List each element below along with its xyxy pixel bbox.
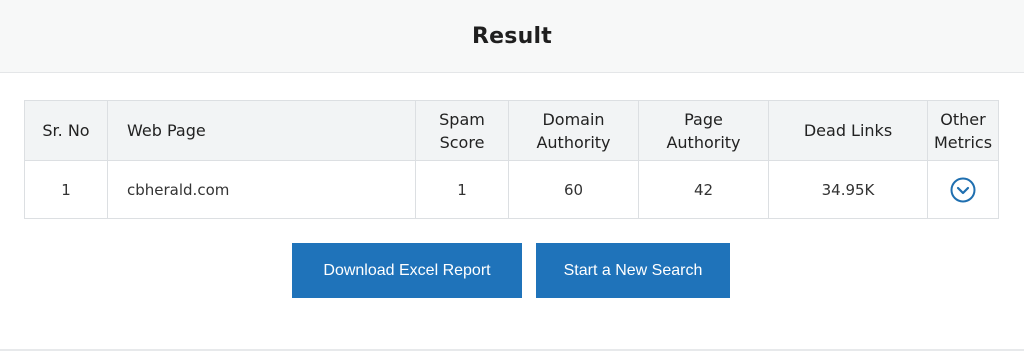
column-header-label: Authority xyxy=(666,132,741,152)
cell-other-metrics xyxy=(927,160,999,219)
column-header-label: Spam xyxy=(439,109,485,129)
column-header-label: Other xyxy=(940,109,986,129)
cell-domain-authority: 60 xyxy=(508,160,639,219)
column-header-spam-score: Spam Score xyxy=(415,100,509,161)
chevron-down-circle-icon[interactable] xyxy=(950,177,976,203)
column-header-dead-links: Dead Links xyxy=(768,100,928,161)
table-row: 1 cbherald.com 1 60 42 34.95K xyxy=(24,160,999,219)
page-title: Result xyxy=(472,23,552,49)
column-header-label: Authority xyxy=(536,132,611,152)
column-header-label: Domain xyxy=(542,109,605,129)
cell-web-page: cbherald.com xyxy=(107,160,416,219)
result-header: Result xyxy=(0,0,1024,73)
start-new-search-button[interactable]: Start a New Search xyxy=(536,243,730,298)
results-table-container: Sr. No Web Page Spam Score Domain Author… xyxy=(24,100,999,219)
column-header-label: Metrics xyxy=(933,132,993,152)
cell-sr-no: 1 xyxy=(24,160,108,219)
column-header-other-metrics: Other Metrics xyxy=(927,100,999,161)
cell-dead-links: 34.95K xyxy=(768,160,928,219)
results-table: Sr. No Web Page Spam Score Domain Author… xyxy=(24,100,999,219)
column-header-label: Page xyxy=(684,109,723,129)
column-header-label: Score xyxy=(439,132,485,152)
column-header-sr-no: Sr. No xyxy=(24,100,108,161)
cell-page-authority: 42 xyxy=(638,160,769,219)
column-header-page-authority: Page Authority xyxy=(638,100,769,161)
table-header-row: Sr. No Web Page Spam Score Domain Author… xyxy=(24,100,999,161)
action-buttons: Download Excel Report Start a New Search xyxy=(0,243,1024,298)
cell-spam-score: 1 xyxy=(415,160,509,219)
column-header-domain-authority: Domain Authority xyxy=(508,100,639,161)
download-excel-report-button[interactable]: Download Excel Report xyxy=(292,243,522,298)
column-header-web-page: Web Page xyxy=(107,100,416,161)
